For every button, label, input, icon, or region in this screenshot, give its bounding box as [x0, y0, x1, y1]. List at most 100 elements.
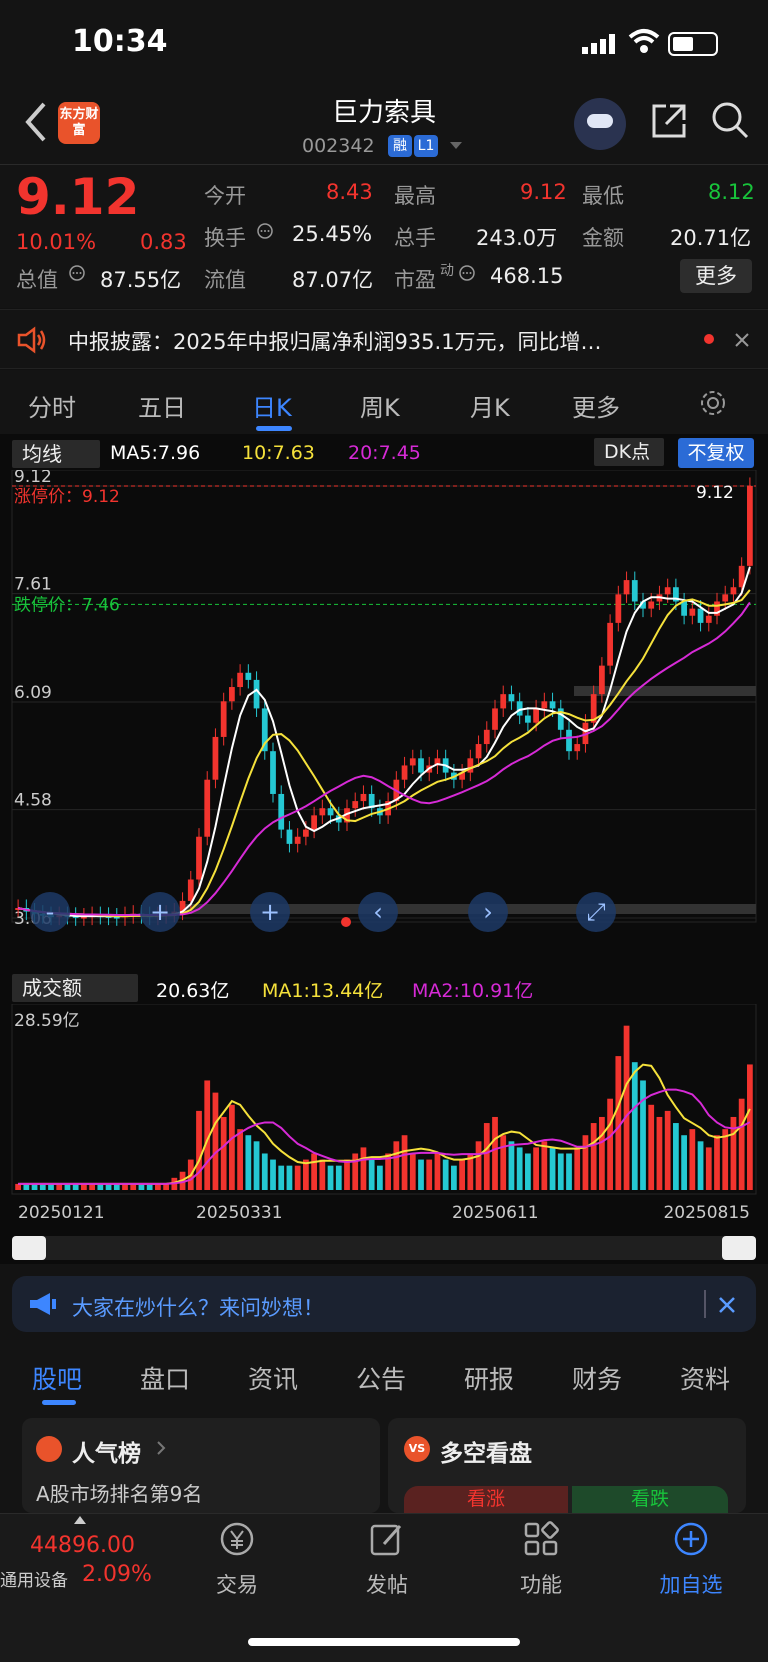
wifi-icon	[628, 29, 660, 53]
pe-sup: 动	[440, 263, 454, 279]
volume-bar	[541, 1141, 548, 1190]
volume-bar	[705, 1147, 712, 1190]
megaphone-icon	[30, 1293, 56, 1315]
nav-add-watchlist[interactable]: 加自选	[646, 1520, 736, 1599]
limit-up-label: 涨停价：9.12	[14, 487, 120, 507]
tab-research[interactable]: 研报	[464, 1360, 514, 1396]
info-icon[interactable]	[68, 264, 86, 282]
tab-daily[interactable]: 日K	[252, 388, 292, 423]
volume-bar	[722, 1129, 729, 1190]
turnover-value: 25.45%	[292, 222, 373, 246]
tab-weekly[interactable]: 周K	[360, 388, 400, 423]
tab-monthly[interactable]: 月K	[470, 388, 510, 423]
ma1-label: MA1:13.44亿	[262, 980, 384, 1002]
tab-5day[interactable]: 五日	[138, 388, 186, 423]
volume-bar	[229, 1104, 235, 1190]
y-tick-label: 4.58	[14, 791, 52, 811]
volume-max-label: 28.59亿	[14, 1011, 80, 1031]
volume-bar	[278, 1165, 285, 1190]
candle-body	[401, 765, 408, 780]
volume-bar	[738, 1098, 745, 1190]
range-slider[interactable]	[12, 1236, 756, 1260]
tab-intraday[interactable]: 分时	[28, 388, 76, 423]
dk-button[interactable]: DK点	[594, 438, 664, 466]
volume-bar	[582, 1135, 589, 1190]
candle-body	[237, 672, 243, 688]
more-button[interactable]: 更多	[680, 259, 752, 293]
share-icon[interactable]	[650, 102, 688, 140]
slider-handle-left[interactable]	[12, 1236, 46, 1260]
candle-body	[187, 879, 194, 901]
turnover-label: 换手	[204, 226, 246, 250]
bull-button[interactable]: 看涨	[404, 1486, 568, 1513]
tab-orderbook[interactable]: 盘口	[140, 1360, 190, 1396]
tab-profile[interactable]: 资料	[680, 1360, 730, 1396]
candle-body	[689, 608, 696, 616]
candle-body	[631, 580, 638, 602]
volume-bar	[574, 1147, 581, 1190]
chevron-right-icon	[157, 1441, 166, 1455]
volume-bar	[475, 1141, 482, 1190]
volume-bar	[631, 1062, 638, 1190]
candle-body	[492, 708, 498, 730]
slider-handle-right[interactable]	[722, 1236, 756, 1260]
mktcap-value: 87.55亿	[100, 268, 182, 292]
tab-news[interactable]: 资讯	[248, 1360, 298, 1396]
volume-chart[interactable]: 28.59亿 20250121 20250331 20250611 20250815	[0, 1004, 768, 1244]
gear-icon[interactable]	[698, 388, 728, 418]
chevron-down-icon[interactable]	[450, 142, 462, 150]
volume-bar	[196, 1110, 202, 1190]
index-value[interactable]: 44896.00	[30, 1533, 135, 1558]
bear-button[interactable]: 看跌	[572, 1486, 728, 1513]
candle-body	[245, 672, 252, 680]
caret-up-icon	[74, 1516, 86, 1524]
info-icon[interactable]	[256, 222, 274, 240]
change-percent: 10.01%	[16, 230, 97, 254]
candle-body	[541, 701, 548, 709]
tab-forum[interactable]: 股吧	[32, 1360, 82, 1396]
volume-bar	[623, 1025, 630, 1190]
volume-bar	[352, 1153, 359, 1190]
nav-post[interactable]: 发帖	[342, 1520, 432, 1599]
volume-bar	[747, 1064, 753, 1190]
candle-body	[525, 715, 531, 723]
stock-name[interactable]: 巨力索具	[230, 92, 538, 129]
candle-body	[229, 687, 235, 702]
close-icon[interactable]	[734, 332, 750, 348]
grid-icon	[524, 1521, 559, 1556]
open-label: 今开	[204, 184, 246, 208]
nav-trade[interactable]: 交易	[192, 1520, 282, 1599]
kline-chart[interactable]: 9.127.616.094.583.06涨停价：9.12跌停价：7.469.12…	[0, 470, 768, 970]
candle-body	[327, 808, 334, 816]
close-icon[interactable]	[718, 1296, 736, 1314]
volume-bar	[286, 1165, 293, 1190]
tab-finance[interactable]: 财务	[572, 1360, 622, 1396]
battery-icon	[668, 32, 718, 56]
volume-indicator-select[interactable]: 成交额	[12, 974, 138, 1002]
candle-body	[574, 744, 581, 752]
candle-body	[722, 594, 729, 602]
amount-label: 20.63亿	[156, 980, 230, 1002]
info-icon[interactable]	[458, 264, 476, 282]
volume-bar	[648, 1104, 655, 1190]
sector-percent: 2.09%	[82, 1562, 152, 1587]
robot-assistant-icon[interactable]	[574, 98, 626, 150]
candle-body	[409, 758, 416, 766]
volume-bar	[360, 1147, 367, 1190]
nav-functions[interactable]: 功能	[496, 1520, 586, 1599]
ask-text[interactable]: 大家在炒什么？来问妙想！	[72, 1292, 324, 1322]
candle-body	[278, 793, 285, 830]
search-icon[interactable]	[710, 100, 750, 140]
adjust-button[interactable]: 不复权	[678, 438, 754, 468]
home-indicator	[248, 1638, 520, 1646]
indicator-select[interactable]: 均线	[12, 440, 100, 468]
volume-bar	[459, 1159, 465, 1190]
candle-body	[286, 829, 293, 844]
volume-bar	[311, 1153, 317, 1190]
candle-body	[747, 486, 753, 566]
notice-text[interactable]: 中报披露：2025年中报归属净利润935.1万元，同比增…	[68, 326, 668, 356]
tab-announcement[interactable]: 公告	[356, 1360, 406, 1396]
sector-name[interactable]: 通用设备	[0, 1566, 68, 1591]
tab-more[interactable]: 更多	[572, 388, 620, 423]
back-icon[interactable]	[22, 100, 50, 144]
